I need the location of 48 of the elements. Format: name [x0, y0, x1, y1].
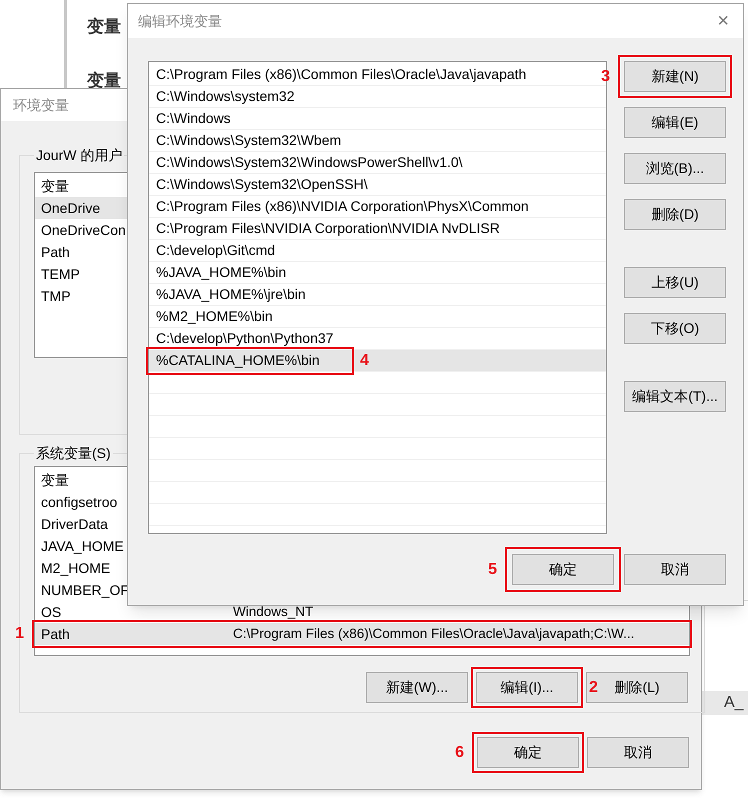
- list-row[interactable]: Path C:\Program Files (x86)\Common Files\Oracle\Java\javapath;C:\W...: [35, 623, 689, 645]
- annotation-number: 1: [15, 624, 24, 644]
- list-item[interactable]: C:\develop\Git\cmd: [149, 240, 606, 262]
- dialog-button[interactable]: 取消: [587, 737, 689, 768]
- dialog-button[interactable]: 新建(N): [624, 61, 726, 92]
- annotation-number: 6: [455, 742, 464, 762]
- group-label: JourW 的用户: [35, 146, 124, 165]
- dialog-button[interactable]: 浏览(B)...: [624, 153, 726, 184]
- table-cell-text: JAVA_HOME: [40, 536, 125, 556]
- window-title: 环境变量: [13, 96, 69, 114]
- annotation-number: 2: [589, 678, 598, 698]
- list-item[interactable]: %M2_HOME%\bin: [149, 306, 606, 328]
- group-label: 系统变量(S): [35, 444, 112, 463]
- table-cell-text: configsetroo: [40, 492, 118, 512]
- dialog-button[interactable]: 编辑文本(T)...: [624, 381, 726, 412]
- list-item[interactable]: %JAVA_HOME%\bin: [149, 262, 606, 284]
- list-item[interactable]: C:\Windows\System32\OpenSSH\: [149, 174, 606, 196]
- dialog-button[interactable]: 上移(U): [624, 267, 726, 298]
- field-label: 变量: [87, 70, 121, 92]
- dialog-button[interactable]: 新建(W)...: [366, 672, 468, 703]
- dialog-button[interactable]: 下移(O): [624, 313, 726, 344]
- window-title: 编辑环境变量: [138, 12, 222, 30]
- column-header: 变量: [41, 470, 69, 490]
- list-item[interactable]: %JAVA_HOME%\jre\bin: [149, 284, 606, 306]
- dialog-button[interactable]: 确定: [477, 737, 579, 768]
- field-label: 变量: [87, 16, 121, 38]
- annotation-number: 5: [488, 560, 497, 580]
- table-cell-text: NUMBER_OF: [40, 580, 130, 600]
- table-cell-text: DriverData: [40, 514, 109, 534]
- list-item[interactable]: C:\Windows\System32\WindowsPowerShell\v1.0\: [149, 152, 606, 174]
- table-cell-text: Path: [40, 624, 71, 644]
- dialog-button[interactable]: 确定: [512, 554, 614, 585]
- list-item[interactable]: C:\Program Files\NVIDIA Corporation\NVIDIA NvDLISR: [149, 218, 606, 240]
- dialog-button[interactable]: 编辑(I)...: [476, 672, 578, 703]
- dialog-button[interactable]: 编辑(E): [624, 107, 726, 138]
- table-cell-text: OS: [40, 602, 62, 622]
- list-item[interactable]: C:\Windows: [149, 108, 606, 130]
- list-item[interactable]: C:\Program Files (x86)\NVIDIA Corporation\PhysX\Common: [149, 196, 606, 218]
- column-header: 变量: [41, 176, 69, 196]
- close-button[interactable]: ×: [717, 11, 729, 31]
- list-item[interactable]: C:\Windows\system32: [149, 86, 606, 108]
- table-cell-text: C:\Program Files (x86)\Common Files\Oracle\Java\javapath;C:\W...: [233, 624, 634, 643]
- dialog-button[interactable]: 取消: [624, 554, 726, 585]
- annotation-number: 4: [360, 351, 369, 371]
- list-item[interactable]: C:\Windows\System32\Wbem: [149, 130, 606, 152]
- table-cell-text: Windows_NT: [233, 602, 314, 621]
- dialog-button[interactable]: 删除(D): [624, 199, 726, 230]
- list-item: A_: [724, 693, 744, 713]
